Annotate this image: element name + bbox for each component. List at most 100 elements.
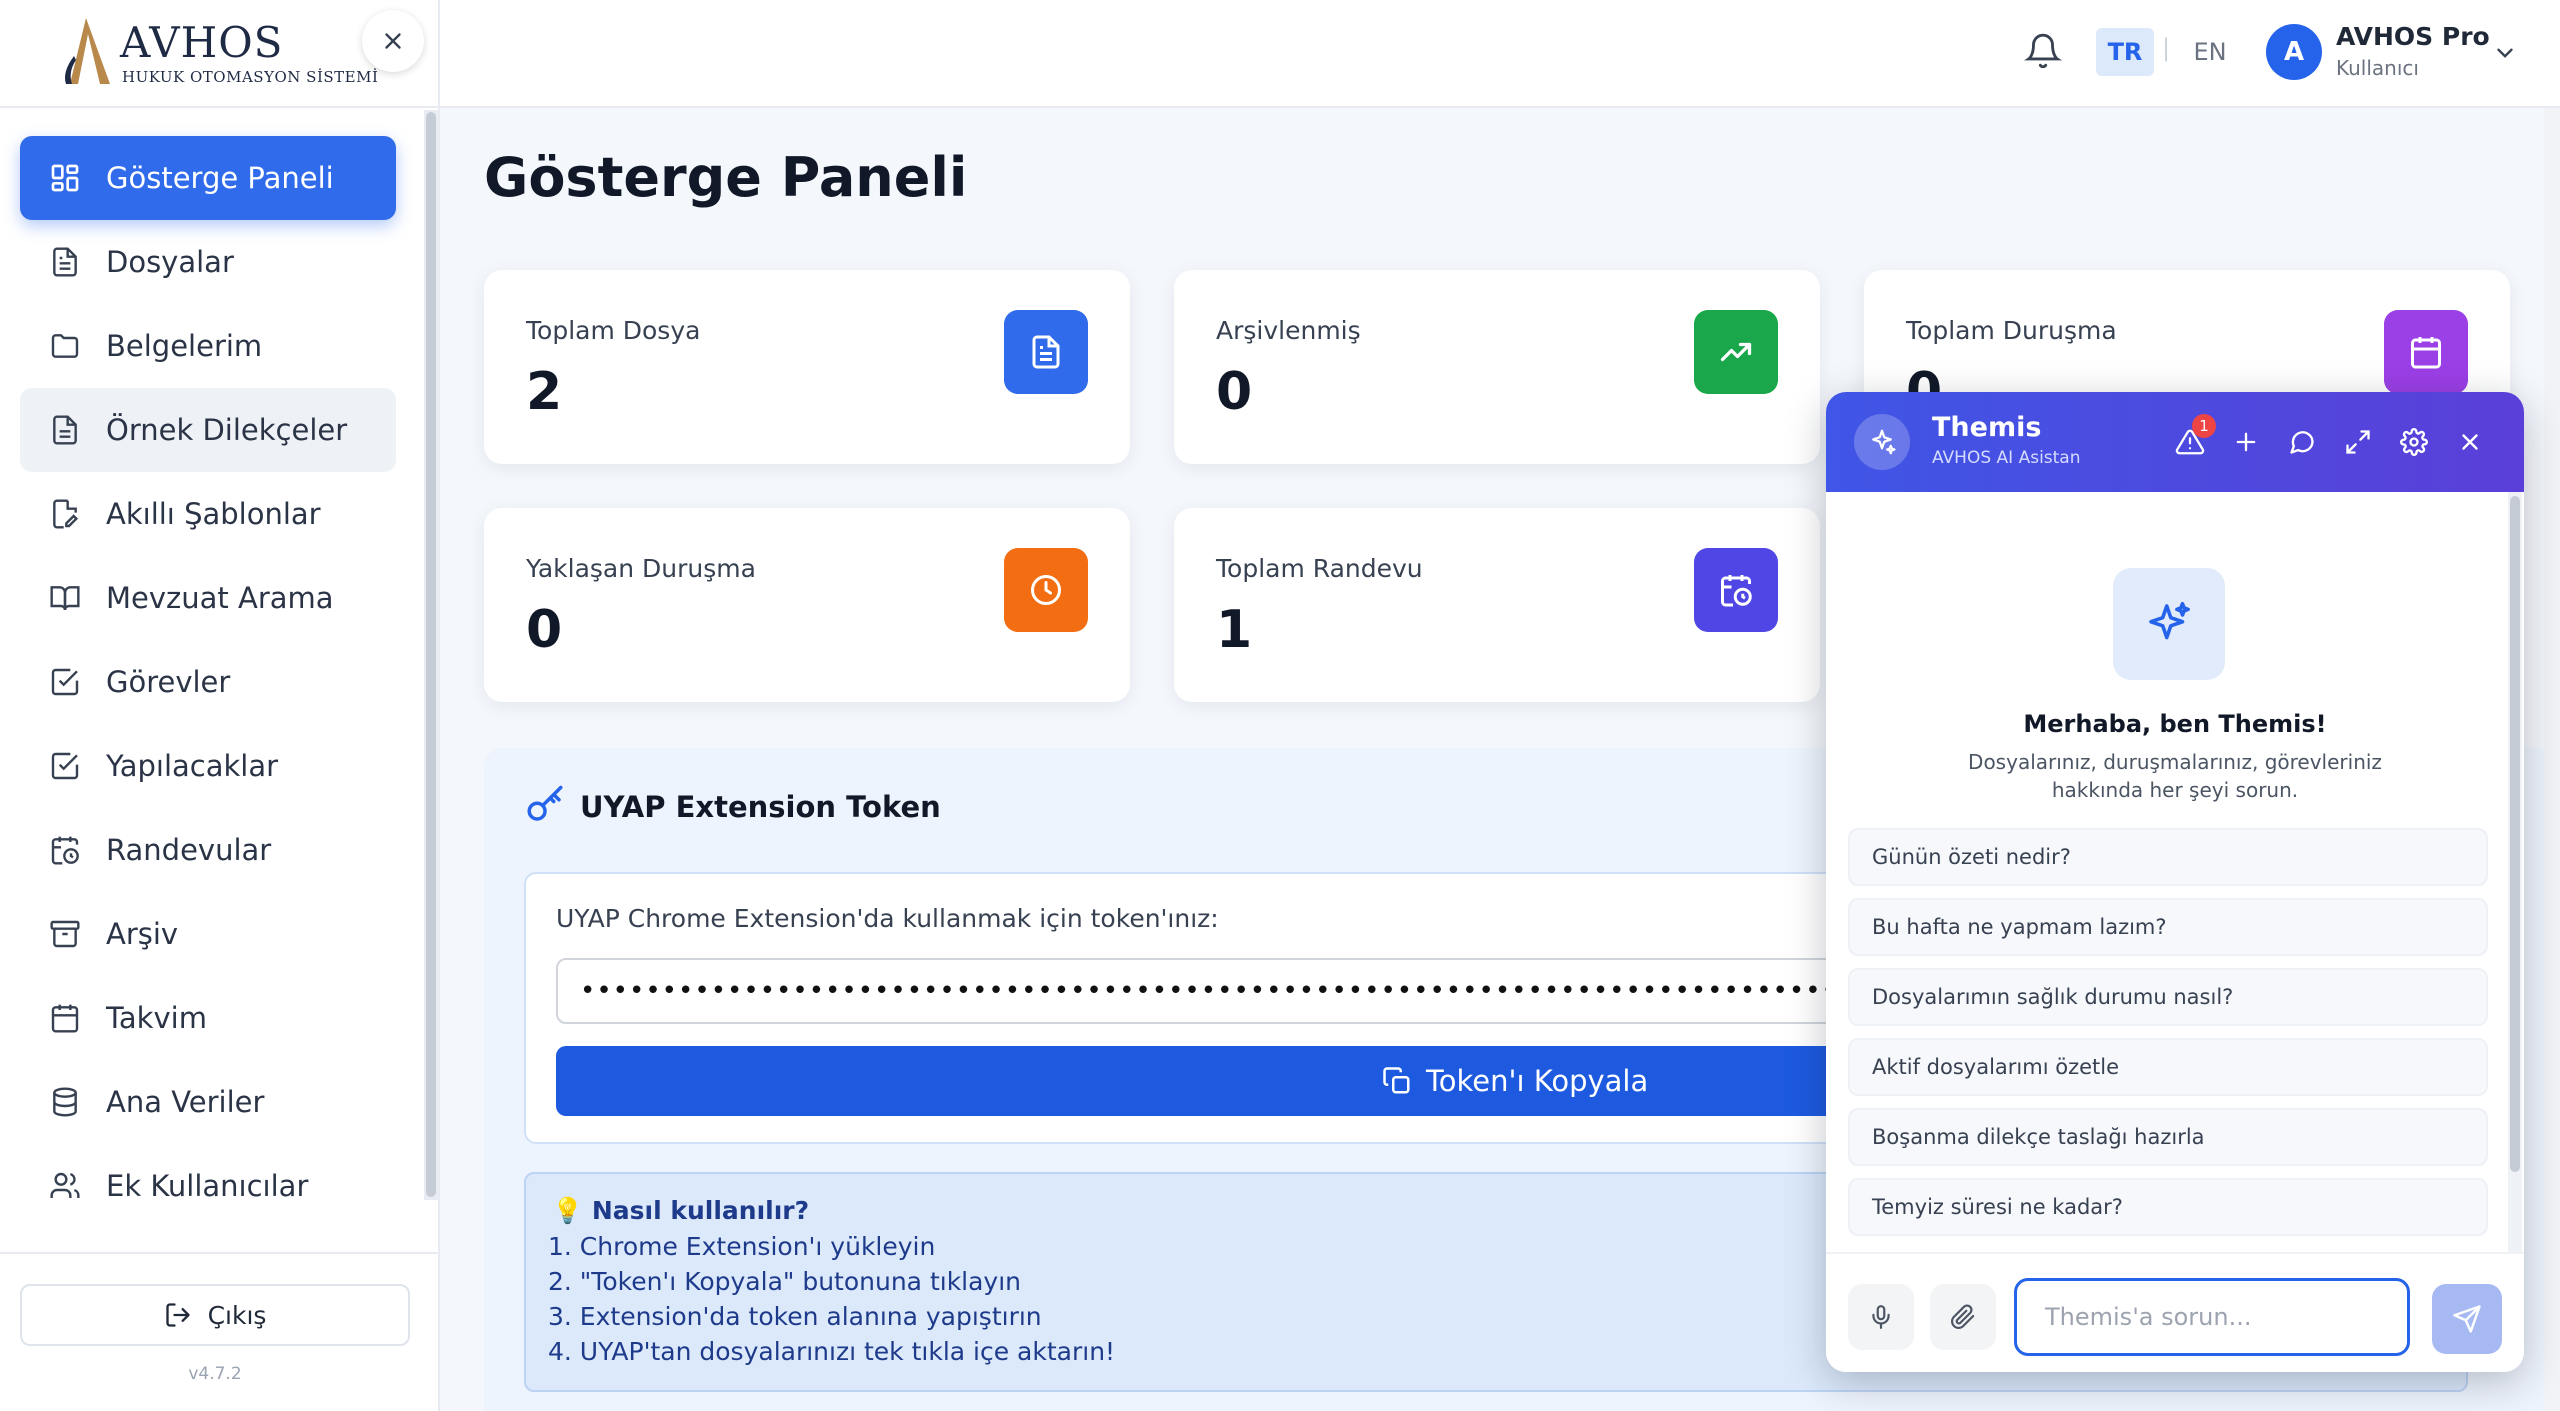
app-version: v4.7.2 <box>188 1364 242 1384</box>
sidebar-item-calendar[interactable]: Takvim <box>20 976 396 1060</box>
sidebar-item-label: Belgelerim <box>106 329 263 363</box>
chat-composer: Themis'a sorun... <box>1826 1252 2524 1372</box>
sidebar-item-files[interactable]: Dosyalar <box>20 220 396 304</box>
close-icon <box>2462 434 2478 450</box>
sparkles-icon <box>1854 414 1910 470</box>
sidebar-item-documents[interactable]: Belgelerim <box>20 304 396 388</box>
stat-card-total-files[interactable]: Toplam Dosya 2 <box>484 270 1130 464</box>
sidebar-footer: Çıkış v4.7.2 <box>0 1252 438 1411</box>
sidebar-item-label: Gösterge Paneli <box>106 161 334 195</box>
user-name[interactable]: AVHOS Pro <box>2336 22 2490 51</box>
sidebar-item-label: Mevzuat Arama <box>106 581 334 615</box>
trending-up-icon <box>1694 310 1778 394</box>
plus-icon <box>2236 432 2256 452</box>
chat-message-input[interactable]: Themis'a sorun... <box>2014 1278 2410 1356</box>
sidebar-item-label: Akıllı Şablonlar <box>106 497 321 531</box>
stat-card-upcoming-hearings[interactable]: Yaklaşan Duruşma 0 <box>484 508 1130 702</box>
stat-card-total-appointments[interactable]: Toplam Randevu 1 <box>1174 508 1820 702</box>
suggestion-chip[interactable]: Aktif dosyalarımı özetle <box>1848 1038 2488 1096</box>
voice-input-button[interactable] <box>1848 1284 1914 1350</box>
bell-icon <box>2024 33 2062 69</box>
suggestion-chip[interactable]: Boşanma dilekçe taslağı hazırla <box>1848 1108 2488 1166</box>
howto-step: 1. Chrome Extension'ı yükleyin <box>548 1232 936 1261</box>
checkbox-icon <box>48 665 82 699</box>
sidebar-item-dashboard[interactable]: Gösterge Paneli <box>20 136 396 220</box>
language-tr-button[interactable]: TR <box>2096 28 2154 76</box>
stat-value: 1 <box>1216 600 1253 660</box>
message-circle-icon <box>2290 431 2314 454</box>
sidebar-item-legislation-search[interactable]: Mevzuat Arama <box>20 556 396 640</box>
chat-body: Merhaba, ben Themis! Dosyalarınız, duruş… <box>1826 492 2524 1252</box>
sidebar-item-label: Ana Veriler <box>106 1085 265 1119</box>
sidebar-item-tasks[interactable]: Görevler <box>20 640 396 724</box>
stat-card-archived[interactable]: Arşivlenmiş 0 <box>1174 270 1820 464</box>
calendar-icon <box>48 1001 82 1035</box>
language-en-button[interactable]: EN <box>2182 28 2238 76</box>
token-section-title: UYAP Extension Token <box>580 790 941 824</box>
page-scrollbar[interactable] <box>2544 108 2560 1411</box>
stat-label: Toplam Dosya <box>526 316 701 345</box>
file-icon <box>1004 310 1088 394</box>
chevron-down-icon <box>2497 48 2513 58</box>
sidebar-item-sample-petitions[interactable]: Örnek Dilekçeler <box>20 388 396 472</box>
sidebar-item-additional-users[interactable]: Ek Kullanıcılar <box>20 1144 396 1228</box>
sidebar-item-smart-templates[interactable]: Akıllı Şablonlar <box>20 472 396 556</box>
howto-step: 4. UYAP'tan dosyalarınızı tek tıkla içe … <box>548 1337 1116 1366</box>
sidebar-item-master-data[interactable]: Ana Veriler <box>20 1060 396 1144</box>
user-menu-toggle[interactable] <box>2492 40 2518 70</box>
suggestion-chip[interactable]: Temyiz süresi ne kadar? <box>1848 1178 2488 1236</box>
sidebar-scrollbar-thumb[interactable] <box>426 112 436 1197</box>
avhos-logo <box>65 18 110 84</box>
calendar-icon <box>2384 310 2468 394</box>
new-chat-button[interactable] <box>2226 422 2266 462</box>
folder-icon <box>48 329 82 363</box>
chat-settings-button[interactable] <box>2394 422 2434 462</box>
attach-file-button[interactable] <box>1930 1284 1996 1350</box>
logout-label: Çıkış <box>207 1300 267 1330</box>
suggestion-chip[interactable]: Dosyalarımın sağlık durumu nasıl? <box>1848 968 2488 1026</box>
copy-token-label: Token'ı Kopyala <box>1426 1064 1649 1098</box>
chat-greeting: Merhaba, ben Themis! <box>2023 710 2327 738</box>
close-icon <box>385 33 401 49</box>
calendar-clock-icon <box>1694 548 1778 632</box>
chat-history-button[interactable] <box>2282 422 2322 462</box>
file-icon <box>48 245 82 279</box>
sidebar-item-label: Görevler <box>106 665 231 699</box>
brand-header: AVHOS HUKUK OTOMASYON SİSTEMİ <box>0 0 438 108</box>
expand-chat-button[interactable] <box>2338 422 2378 462</box>
howto-title: 💡 Nasıl kullanılır? <box>552 1196 810 1225</box>
copy-icon <box>1383 1067 1410 1094</box>
brand-subtitle: HUKUK OTOMASYON SİSTEMİ <box>122 68 379 86</box>
close-chat-button[interactable] <box>2450 422 2490 462</box>
page-title: Gösterge Paneli <box>484 146 968 209</box>
sidebar-item-todos[interactable]: Yapılacaklar <box>20 724 396 808</box>
users-icon <box>48 1169 82 1203</box>
clock-icon <box>1004 548 1088 632</box>
sidebar-item-label: Ek Kullanıcılar <box>106 1169 309 1203</box>
sidebar-scrollbar[interactable] <box>424 110 438 1200</box>
suggestion-chip[interactable]: Bu hafta ne yapmam lazım? <box>1848 898 2488 956</box>
assistant-subtitle: AVHOS AI Asistan <box>1932 448 2081 468</box>
suggestion-chip[interactable]: Günün özeti nedir? <box>1848 828 2488 886</box>
stat-value: 0 <box>526 600 563 660</box>
brand-name: AVHOS <box>120 18 284 67</box>
avatar[interactable]: A <box>2266 24 2322 80</box>
database-icon <box>48 1085 82 1119</box>
notifications-button[interactable] <box>2024 32 2062 74</box>
chat-scrollbar[interactable] <box>2508 492 2522 1252</box>
sidebar-item-appointments[interactable]: Randevular <box>20 808 396 892</box>
assistant-name: Themis <box>1932 412 2042 443</box>
chat-scrollbar-thumb[interactable] <box>2510 496 2520 1172</box>
sidebar-item-label: Arşiv <box>106 917 179 951</box>
maximize-icon <box>2346 430 2370 454</box>
sparkles-icon <box>2113 568 2225 680</box>
stat-label: Yaklaşan Duruşma <box>526 554 756 583</box>
sidebar-item-archive[interactable]: Arşiv <box>20 892 396 976</box>
send-message-button[interactable] <box>2432 1284 2502 1354</box>
file-edit-icon <box>48 497 82 531</box>
checkbox-icon <box>48 749 82 783</box>
sidebar-nav: Gösterge Paneli Dosyalar Belgelerim Örne… <box>20 136 396 1228</box>
sidebar-close-button[interactable] <box>362 10 424 72</box>
logout-button[interactable]: Çıkış <box>20 1284 410 1346</box>
howto-step: 3. Extension'da token alanına yapıştırın <box>548 1302 1042 1331</box>
